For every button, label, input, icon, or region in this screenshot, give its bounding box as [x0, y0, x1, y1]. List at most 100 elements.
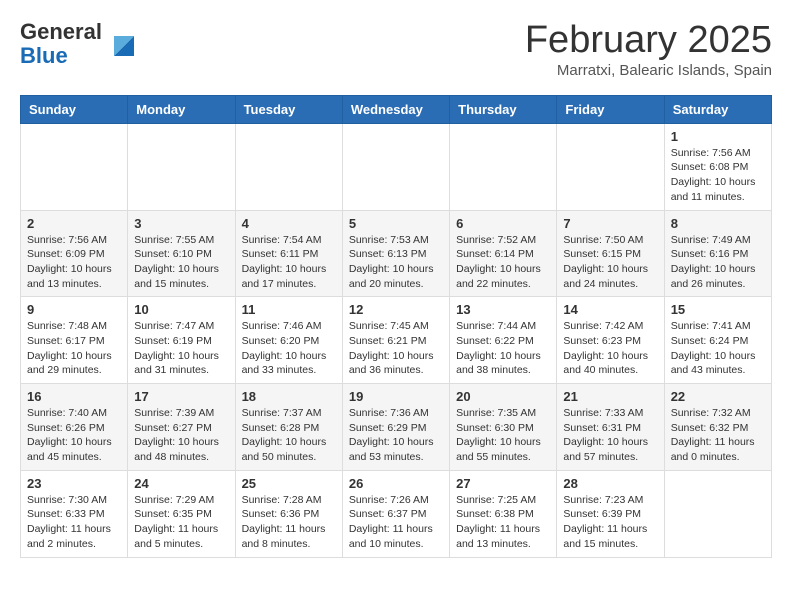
month-title: February 2025 — [525, 20, 772, 62]
day-number: 16 — [27, 389, 121, 404]
day-number: 24 — [134, 476, 228, 491]
calendar-day-cell — [128, 123, 235, 210]
day-number: 12 — [349, 302, 443, 317]
calendar-day-cell: 28 Sunrise: 7:23 AM Sunset: 6:39 PM Dayli… — [557, 470, 664, 557]
day-number: 21 — [563, 389, 657, 404]
day-number: 14 — [563, 302, 657, 317]
day-info: Sunrise: 7:55 AM Sunset: 6:10 PM Dayligh… — [134, 233, 228, 292]
calendar-day-header: Thursday — [450, 95, 557, 123]
calendar-header-row: SundayMondayTuesdayWednesdayThursdayFrid… — [21, 95, 772, 123]
calendar-day-cell — [235, 123, 342, 210]
calendar-day-cell — [664, 470, 771, 557]
logo-general-text: General — [20, 19, 102, 44]
calendar-day-cell: 21 Sunrise: 7:33 AM Sunset: 6:31 PM Dayli… — [557, 384, 664, 471]
day-info: Sunrise: 7:33 AM Sunset: 6:31 PM Dayligh… — [563, 406, 657, 465]
day-number: 9 — [27, 302, 121, 317]
day-number: 3 — [134, 216, 228, 231]
day-info: Sunrise: 7:28 AM Sunset: 6:36 PM Dayligh… — [242, 493, 336, 552]
calendar-day-cell — [450, 123, 557, 210]
day-number: 15 — [671, 302, 765, 317]
calendar-day-header: Tuesday — [235, 95, 342, 123]
day-info: Sunrise: 7:32 AM Sunset: 6:32 PM Dayligh… — [671, 406, 765, 465]
day-info: Sunrise: 7:49 AM Sunset: 6:16 PM Dayligh… — [671, 233, 765, 292]
calendar-day-cell: 12 Sunrise: 7:45 AM Sunset: 6:21 PM Dayli… — [342, 297, 449, 384]
day-info: Sunrise: 7:50 AM Sunset: 6:15 PM Dayligh… — [563, 233, 657, 292]
day-number: 17 — [134, 389, 228, 404]
day-number: 4 — [242, 216, 336, 231]
calendar-table: SundayMondayTuesdayWednesdayThursdayFrid… — [20, 95, 772, 558]
calendar-day-cell: 19Sunrise: 7:36 AM Sunset: 6:29 PM Dayli… — [342, 384, 449, 471]
calendar-day-cell: 15 Sunrise: 7:41 AM Sunset: 6:24 PM Dayli… — [664, 297, 771, 384]
day-info: Sunrise: 7:36 AM Sunset: 6:29 PM Dayligh… — [349, 406, 443, 465]
calendar-day-header: Monday — [128, 95, 235, 123]
calendar-day-cell: 27 Sunrise: 7:25 AM Sunset: 6:38 PM Dayli… — [450, 470, 557, 557]
calendar-day-cell: 8 Sunrise: 7:49 AM Sunset: 6:16 PM Daylig… — [664, 210, 771, 297]
calendar-day-cell: 25 Sunrise: 7:28 AM Sunset: 6:36 PM Dayli… — [235, 470, 342, 557]
day-info: Sunrise: 7:30 AM Sunset: 6:33 PM Dayligh… — [27, 493, 121, 552]
title-block: February 2025 Marratxi, Balearic Islands… — [525, 20, 772, 79]
calendar-day-cell: 11 Sunrise: 7:46 AM Sunset: 6:20 PM Dayli… — [235, 297, 342, 384]
day-number: 1 — [671, 129, 765, 144]
calendar-week-row: 9 Sunrise: 7:48 AM Sunset: 6:17 PM Daylig… — [21, 297, 772, 384]
day-number: 11 — [242, 302, 336, 317]
day-number: 7 — [563, 216, 657, 231]
calendar-day-cell: 5 Sunrise: 7:53 AM Sunset: 6:13 PM Daylig… — [342, 210, 449, 297]
calendar-day-cell: 23 Sunrise: 7:30 AM Sunset: 6:33 PM Dayli… — [21, 470, 128, 557]
day-info: Sunrise: 7:23 AM Sunset: 6:39 PM Dayligh… — [563, 493, 657, 552]
calendar-day-cell: 1 Sunrise: 7:56 AM Sunset: 6:08 PM Daylig… — [664, 123, 771, 210]
day-info: Sunrise: 7:56 AM Sunset: 6:08 PM Dayligh… — [671, 146, 765, 205]
calendar-day-header: Wednesday — [342, 95, 449, 123]
calendar-day-cell: 17 Sunrise: 7:39 AM Sunset: 6:27 PM Dayli… — [128, 384, 235, 471]
day-number: 28 — [563, 476, 657, 491]
day-info: Sunrise: 7:29 AM Sunset: 6:35 PM Dayligh… — [134, 493, 228, 552]
day-info: Sunrise: 7:52 AM Sunset: 6:14 PM Dayligh… — [456, 233, 550, 292]
location-subtitle: Marratxi, Balearic Islands, Spain — [525, 62, 772, 79]
day-number: 27 — [456, 476, 550, 491]
day-number: 8 — [671, 216, 765, 231]
day-number: 25 — [242, 476, 336, 491]
calendar-day-header: Saturday — [664, 95, 771, 123]
logo-blue-text: Blue — [20, 43, 68, 68]
calendar-day-cell: 18Sunrise: 7:37 AM Sunset: 6:28 PM Dayli… — [235, 384, 342, 471]
day-info: Sunrise: 7:56 AM Sunset: 6:09 PM Dayligh… — [27, 233, 121, 292]
day-info: Sunrise: 7:41 AM Sunset: 6:24 PM Dayligh… — [671, 319, 765, 378]
day-info: Sunrise: 7:39 AM Sunset: 6:27 PM Dayligh… — [134, 406, 228, 465]
day-info: Sunrise: 7:53 AM Sunset: 6:13 PM Dayligh… — [349, 233, 443, 292]
calendar-day-cell: 24 Sunrise: 7:29 AM Sunset: 6:35 PM Dayli… — [128, 470, 235, 557]
calendar-day-cell — [557, 123, 664, 210]
day-info: Sunrise: 7:46 AM Sunset: 6:20 PM Dayligh… — [242, 319, 336, 378]
day-info: Sunrise: 7:48 AM Sunset: 6:17 PM Dayligh… — [27, 319, 121, 378]
calendar-day-cell: 4Sunrise: 7:54 AM Sunset: 6:11 PM Daylig… — [235, 210, 342, 297]
day-number: 26 — [349, 476, 443, 491]
logo-icon — [106, 28, 138, 60]
calendar-week-row: 16 Sunrise: 7:40 AM Sunset: 6:26 PM Dayli… — [21, 384, 772, 471]
calendar-day-header: Friday — [557, 95, 664, 123]
day-number: 23 — [27, 476, 121, 491]
calendar-day-cell: 6 Sunrise: 7:52 AM Sunset: 6:14 PM Daylig… — [450, 210, 557, 297]
logo: General Blue — [20, 20, 138, 68]
calendar-day-cell: 3 Sunrise: 7:55 AM Sunset: 6:10 PM Daylig… — [128, 210, 235, 297]
day-number: 10 — [134, 302, 228, 317]
day-number: 13 — [456, 302, 550, 317]
calendar-day-cell: 26Sunrise: 7:26 AM Sunset: 6:37 PM Dayli… — [342, 470, 449, 557]
day-info: Sunrise: 7:42 AM Sunset: 6:23 PM Dayligh… — [563, 319, 657, 378]
calendar-day-cell — [21, 123, 128, 210]
day-info: Sunrise: 7:37 AM Sunset: 6:28 PM Dayligh… — [242, 406, 336, 465]
calendar-day-cell: 20Sunrise: 7:35 AM Sunset: 6:30 PM Dayli… — [450, 384, 557, 471]
day-info: Sunrise: 7:45 AM Sunset: 6:21 PM Dayligh… — [349, 319, 443, 378]
day-info: Sunrise: 7:44 AM Sunset: 6:22 PM Dayligh… — [456, 319, 550, 378]
calendar-day-cell: 7 Sunrise: 7:50 AM Sunset: 6:15 PM Daylig… — [557, 210, 664, 297]
day-number: 6 — [456, 216, 550, 231]
calendar-day-cell: 22 Sunrise: 7:32 AM Sunset: 6:32 PM Dayli… — [664, 384, 771, 471]
day-info: Sunrise: 7:40 AM Sunset: 6:26 PM Dayligh… — [27, 406, 121, 465]
calendar-day-header: Sunday — [21, 95, 128, 123]
day-number: 20 — [456, 389, 550, 404]
day-number: 5 — [349, 216, 443, 231]
day-number: 2 — [27, 216, 121, 231]
day-number: 22 — [671, 389, 765, 404]
calendar-week-row: 2 Sunrise: 7:56 AM Sunset: 6:09 PM Daylig… — [21, 210, 772, 297]
day-info: Sunrise: 7:25 AM Sunset: 6:38 PM Dayligh… — [456, 493, 550, 552]
calendar-week-row: 23 Sunrise: 7:30 AM Sunset: 6:33 PM Dayli… — [21, 470, 772, 557]
calendar-day-cell: 9 Sunrise: 7:48 AM Sunset: 6:17 PM Daylig… — [21, 297, 128, 384]
day-info: Sunrise: 7:47 AM Sunset: 6:19 PM Dayligh… — [134, 319, 228, 378]
